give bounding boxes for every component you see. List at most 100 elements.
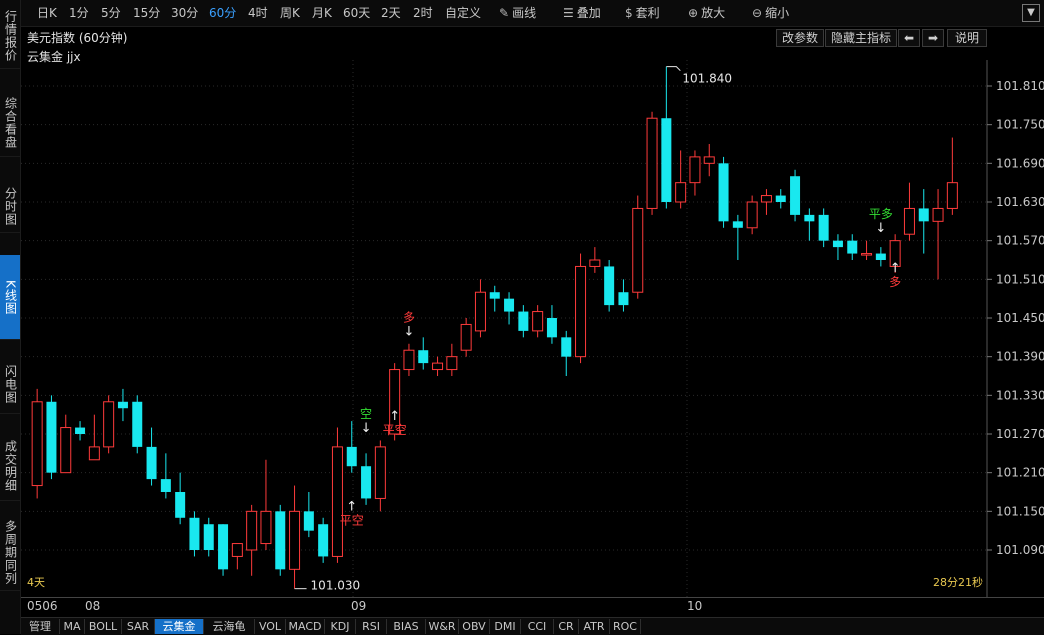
candle-body-down <box>318 524 329 557</box>
y-tick-label: 101.630 <box>996 195 1044 209</box>
period-tab-active[interactable]: 60分 <box>209 4 236 21</box>
candle-body-down <box>618 292 629 306</box>
candle-body-up <box>861 253 873 256</box>
indicator-tab[interactable]: 管理 <box>21 619 60 634</box>
candle-body-up <box>446 356 458 371</box>
indicator-tab[interactable]: RSI <box>356 619 387 634</box>
period-tab[interactable]: 1分 <box>69 4 89 21</box>
candle-body-up <box>689 156 701 184</box>
indicator-tab[interactable]: MACD <box>286 619 325 634</box>
high-marker <box>666 66 681 72</box>
date-label: 08 <box>85 599 101 613</box>
period-tab[interactable]: 5分 <box>101 4 121 21</box>
zoom-out-tool[interactable]: ⊖ 缩小 <box>752 4 789 21</box>
candle-body-up <box>103 401 115 448</box>
candle-body-down <box>790 176 801 215</box>
candles <box>31 66 958 589</box>
candle-body-up <box>632 207 644 293</box>
candle-body-down <box>203 524 214 550</box>
candle-body-up <box>374 446 386 499</box>
tab-quotes[interactable]: 行情报价 <box>0 4 20 69</box>
candle-body-down <box>75 427 86 434</box>
hide-main-indicator-button[interactable]: 隐藏主指标 <box>825 29 897 47</box>
period-tab[interactable]: 日K <box>37 4 57 21</box>
period-tab[interactable]: 月K <box>312 4 332 21</box>
period-tab-custom[interactable]: 自定义 <box>445 4 481 21</box>
candle-body-down <box>604 266 615 306</box>
date-label: 09 <box>351 599 367 613</box>
tab-timeshare[interactable]: 分时图 <box>0 180 20 233</box>
arrow-left-icon: ⬅ <box>903 31 915 45</box>
tab-overview[interactable]: 综合看盘 <box>0 90 20 157</box>
indicator-tab[interactable]: VOL <box>255 619 286 634</box>
indicator-tab[interactable]: DMI <box>490 619 521 634</box>
y-tick-label: 101.270 <box>996 427 1044 441</box>
candle-body-up <box>432 362 444 371</box>
date-axis: 0506 08 09 10 <box>21 597 1044 616</box>
collapse-button[interactable]: ▼ <box>1022 4 1040 22</box>
arrow-up-icon: ↑ <box>346 499 357 514</box>
indicator-tab[interactable]: ATR <box>579 619 610 634</box>
candle-body-up <box>231 543 243 557</box>
arrow-down-icon: ↓ <box>361 421 372 436</box>
indicator-tab[interactable]: 云海龟 <box>204 619 255 634</box>
arrow-up-icon: ↑ <box>890 261 901 276</box>
indicator-tab[interactable]: MA <box>60 619 85 634</box>
indicator-tab[interactable]: CR <box>554 619 579 634</box>
candle-body-down <box>160 479 171 492</box>
overlay-tool[interactable]: ☰ 叠加 <box>563 4 601 21</box>
candle-body-down <box>832 240 843 248</box>
period-tab[interactable]: 15分 <box>133 4 160 21</box>
draw-line-tool[interactable]: ✎ 画线 <box>499 4 536 21</box>
indicator-tab[interactable]: ROC <box>610 619 641 634</box>
modify-params-button[interactable]: 改参数 <box>776 29 824 47</box>
period-tab[interactable]: 周K <box>280 4 300 21</box>
candle-body-down <box>561 337 572 357</box>
candle-body-down <box>775 195 786 202</box>
candle-body-down <box>804 214 815 222</box>
scroll-right-button[interactable]: ➡ <box>922 29 944 47</box>
candle-body-up <box>932 207 944 222</box>
indicator-tab[interactable]: BOLL <box>85 619 122 634</box>
candle-body-up <box>289 510 301 570</box>
candlestick-chart[interactable]: ↑平空空↓↑平空多↓平多↓↑多 101.810101.750101.690101… <box>21 60 1044 597</box>
price-axis: 101.810 101.750 101.690 101.630 101.570 101.5… <box>986 60 1044 597</box>
zoom-in-tool[interactable]: ⊕ 放大 <box>688 4 725 21</box>
candle-body-up <box>946 182 958 209</box>
chevron-down-icon: ▼ <box>1027 7 1035 18</box>
period-tab[interactable]: 2天 <box>381 4 401 21</box>
grid <box>21 60 986 597</box>
candle-body-down <box>546 318 557 338</box>
y-tick-label: 101.450 <box>996 311 1044 325</box>
indicator-tab[interactable]: SAR <box>122 619 155 634</box>
indicator-tab-active[interactable]: 云集金 <box>155 619 204 634</box>
chart-header: 美元指数 (60分钟) 改参数 隐藏主指标 ⬅ ➡ 说明 <box>21 27 1044 47</box>
tab-kline[interactable]: K线图 <box>0 255 20 340</box>
candle-body-down <box>875 253 886 260</box>
indicator-tab[interactable]: BIAS <box>387 619 426 634</box>
indicator-tab[interactable]: OBV <box>459 619 490 634</box>
explain-button[interactable]: 说明 <box>947 29 987 47</box>
y-tick-label: 101.690 <box>996 156 1044 170</box>
period-tab[interactable]: 30分 <box>171 4 198 21</box>
period-tab[interactable]: 60天 <box>343 4 370 21</box>
candle-body-down <box>718 163 729 222</box>
candle-body-up <box>31 401 43 487</box>
y-tick-label: 101.150 <box>996 504 1044 518</box>
candle-body-up <box>746 201 758 229</box>
tab-lightning[interactable]: 闪电图 <box>0 355 20 414</box>
scroll-left-button[interactable]: ⬅ <box>898 29 920 47</box>
indicator-tab[interactable]: W&R <box>426 619 459 634</box>
candle-body-up <box>88 446 100 461</box>
period-tab[interactable]: 2时 <box>413 4 433 21</box>
candle-body-down <box>132 401 143 447</box>
candle-body-down <box>117 401 128 409</box>
indicator-tab[interactable]: CCI <box>521 619 554 634</box>
arbitrage-tool[interactable]: $ 套利 <box>625 4 660 21</box>
candle-body-down <box>918 208 929 222</box>
indicator-tab[interactable]: KDJ <box>325 619 356 634</box>
low-label: 101.030 <box>311 579 361 593</box>
tab-trade-details[interactable]: 成交明细 <box>0 432 20 501</box>
period-tab[interactable]: 4时 <box>248 4 268 21</box>
tab-multi-period[interactable]: 多周期同列 <box>0 515 20 591</box>
